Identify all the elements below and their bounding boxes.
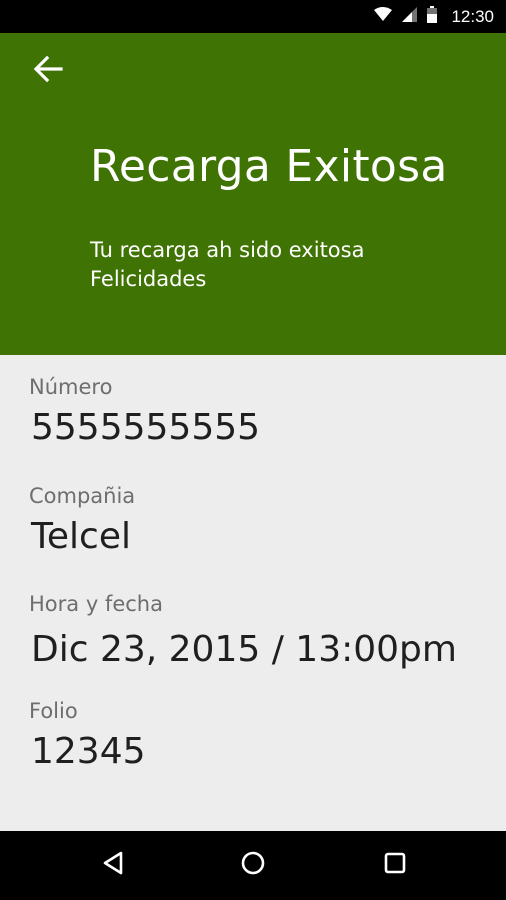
page-title: Recarga Exitosa	[90, 141, 448, 192]
back-button[interactable]	[28, 51, 68, 91]
folio-value: 12345	[31, 731, 146, 772]
recharge-details: Número 5555555555 Compañia Telcel Hora y…	[0, 355, 506, 831]
nav-back-button[interactable]	[93, 845, 133, 885]
compania-label: Compañia	[29, 484, 136, 508]
numero-value: 5555555555	[31, 407, 261, 448]
subtitle-congrats: Felicidades	[90, 267, 207, 291]
success-header: Recarga Exitosa Tu recarga ah sido exito…	[0, 33, 506, 355]
hora-fecha-label: Hora y fecha	[29, 592, 163, 616]
hora-fecha-value: Dic 23, 2015 / 13:00pm	[31, 629, 457, 670]
compania-value: Telcel	[31, 516, 131, 557]
nav-home-button[interactable]	[233, 845, 273, 885]
numero-label: Número	[29, 375, 113, 399]
navigation-bar	[0, 831, 506, 900]
status-bar: 12:30	[0, 0, 506, 33]
subtitle-message: Tu recarga ah sido exitosa	[90, 238, 365, 262]
back-triangle-icon	[101, 850, 125, 880]
folio-label: Folio	[29, 699, 78, 723]
recents-square-icon	[383, 851, 407, 879]
status-time: 12:30	[451, 6, 494, 26]
cell-signal-icon	[402, 7, 418, 26]
battery-icon	[427, 6, 438, 27]
home-circle-icon	[240, 850, 266, 880]
wifi-icon	[374, 7, 393, 26]
status-icons: 12:30	[374, 0, 494, 33]
arrow-left-icon	[33, 55, 63, 87]
nav-recents-button[interactable]	[375, 845, 415, 885]
